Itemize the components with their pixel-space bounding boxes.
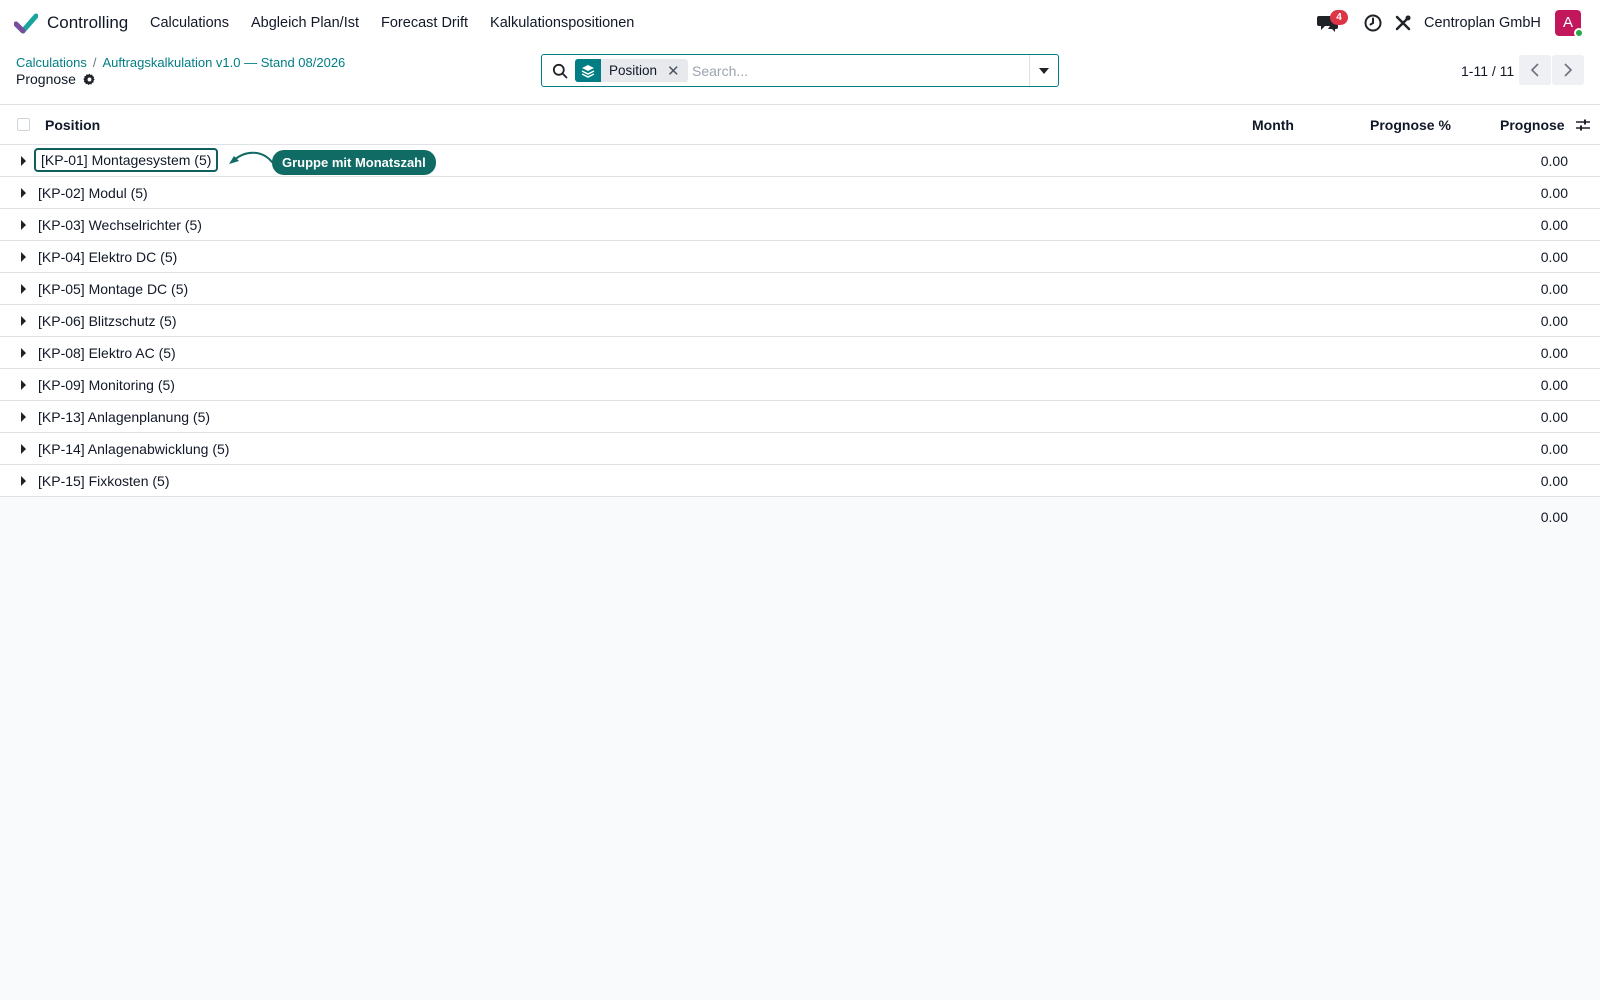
list-body: [KP-01] Montagesystem (5) 0.00 [KP-02] Mo… — [0, 145, 1600, 497]
annotation-arrow-icon — [229, 151, 273, 164]
caret-right-icon — [21, 156, 26, 166]
group-name: [KP-14] Anlagenabwicklung (5) — [38, 441, 230, 457]
group-name: [KP-15] Fixkosten (5) — [38, 473, 170, 489]
group-name: [KP-06] Blitzschutz (5) — [38, 313, 177, 329]
search-icon[interactable] — [552, 63, 568, 79]
column-header-prognose[interactable]: Prognose — [1500, 117, 1565, 133]
pager-next-button[interactable] — [1552, 55, 1584, 85]
group-row[interactable]: [KP-06] Blitzschutz (5) 0.00 — [0, 305, 1600, 337]
top-navbar: Controlling Calculations Abgleich Plan/I… — [0, 0, 1600, 46]
page-title: Prognose — [16, 71, 96, 87]
caret-right-icon — [21, 348, 26, 358]
footer-total-prognose: 0.00 — [1540, 509, 1568, 525]
gear-icon[interactable] — [83, 73, 96, 86]
annotation-callout: Gruppe mit Monatszahl — [272, 150, 436, 175]
group-prognose-value: 0.00 — [1540, 441, 1568, 457]
optional-columns-icon[interactable] — [1575, 118, 1591, 132]
search-options-toggle[interactable] — [1029, 55, 1058, 86]
group-prognose-value: 0.00 — [1540, 185, 1568, 201]
group-name: [KP-05] Montage DC (5) — [38, 281, 189, 297]
group-row[interactable]: [KP-08] Elektro AC (5) 0.00 — [0, 337, 1600, 369]
menu-item-abgleich[interactable]: Abgleich Plan/Ist — [251, 15, 359, 31]
group-name: [KP-02] Modul (5) — [38, 185, 148, 201]
column-header-prognose-percent[interactable]: Prognose % — [1370, 117, 1451, 133]
group-by-facet: Position ✕ — [575, 59, 688, 82]
group-row[interactable]: [KP-03] Wechselrichter (5) 0.00 — [0, 209, 1600, 241]
group-row[interactable]: [KP-05] Montage DC (5) 0.00 — [0, 273, 1600, 305]
chevron-right-icon — [1564, 63, 1573, 77]
tools-icon[interactable] — [1393, 13, 1413, 33]
search-input[interactable] — [692, 59, 1018, 82]
menu-item-kalkulationspositionen[interactable]: Kalkulationspositionen — [490, 15, 634, 31]
group-prognose-value: 0.00 — [1540, 153, 1568, 169]
select-all-checkbox[interactable] — [17, 118, 30, 131]
menu-item-calculations[interactable]: Calculations — [150, 15, 229, 31]
breadcrumb-separator: / — [92, 55, 97, 70]
column-header-month[interactable]: Month — [1252, 117, 1294, 133]
group-row[interactable]: [KP-14] Anlagenabwicklung (5) 0.00 — [0, 433, 1600, 465]
search-bar: Position ✕ — [541, 54, 1059, 87]
message-count-badge: 4 — [1330, 10, 1348, 25]
caret-right-icon — [21, 284, 26, 294]
group-name: [KP-04] Elektro DC (5) — [38, 249, 178, 265]
menu-item-forecast-drift[interactable]: Forecast Drift — [381, 15, 468, 31]
group-row[interactable]: [KP-02] Modul (5) 0.00 — [0, 177, 1600, 209]
remove-facet-icon[interactable]: ✕ — [663, 62, 688, 80]
page-title-text: Prognose — [16, 71, 76, 87]
group-prognose-value: 0.00 — [1540, 249, 1568, 265]
caret-right-icon — [21, 380, 26, 390]
caret-right-icon — [21, 476, 26, 486]
main-menu: Calculations Abgleich Plan/Ist Forecast … — [150, 0, 656, 46]
caret-right-icon — [21, 188, 26, 198]
group-row[interactable]: [KP-04] Elektro DC (5) 0.00 — [0, 241, 1600, 273]
group-prognose-value: 0.00 — [1540, 345, 1568, 361]
group-row[interactable]: [KP-09] Monitoring (5) 0.00 — [0, 369, 1600, 401]
online-status-dot — [1574, 28, 1584, 38]
group-prognose-value: 0.00 — [1540, 409, 1568, 425]
group-name: [KP-13] Anlagenplanung (5) — [38, 409, 211, 425]
column-header-position[interactable]: Position — [45, 117, 100, 133]
group-name: [KP-03] Wechselrichter (5) — [38, 217, 202, 233]
breadcrumb-calculations[interactable]: Calculations — [16, 55, 87, 70]
group-prognose-value: 0.00 — [1540, 473, 1568, 489]
group-name: [KP-09] Monitoring (5) — [38, 377, 175, 393]
pager-value[interactable]: 1-11 / 11 — [1461, 63, 1514, 79]
company-switcher[interactable]: Centroplan GmbH — [1424, 15, 1541, 31]
pager-previous-button[interactable] — [1519, 55, 1551, 85]
caret-right-icon — [21, 444, 26, 454]
breadcrumb-calculation-record[interactable]: Auftragskalkulation v1.0 — Stand 08/2026 — [102, 55, 345, 70]
group-prognose-value: 0.00 — [1540, 281, 1568, 297]
caret-right-icon — [21, 412, 26, 422]
caret-right-icon — [21, 252, 26, 262]
group-row[interactable]: [KP-15] Fixkosten (5) 0.00 — [0, 465, 1600, 497]
group-row[interactable]: [KP-13] Anlagenplanung (5) 0.00 — [0, 401, 1600, 433]
caret-right-icon — [21, 316, 26, 326]
group-prognose-value: 0.00 — [1540, 313, 1568, 329]
group-name: [KP-08] Elektro AC (5) — [38, 345, 176, 361]
group-prognose-value: 0.00 — [1540, 377, 1568, 393]
layers-icon — [575, 59, 601, 82]
app-logo-icon[interactable] — [14, 11, 38, 35]
clock-icon[interactable] — [1363, 13, 1383, 33]
chevron-left-icon — [1530, 63, 1539, 77]
caret-down-icon — [1039, 67, 1049, 74]
breadcrumb: Calculations / Auftragskalkulation v1.0 — … — [16, 55, 345, 70]
caret-right-icon — [21, 220, 26, 230]
facet-label: Position — [609, 63, 658, 78]
control-panel: Calculations / Auftragskalkulation v1.0 — … — [0, 46, 1600, 105]
group-name: [KP-01] Montagesystem (5) — [34, 148, 219, 172]
list-header: Position Month Prognose % Prognose — [0, 105, 1600, 145]
app-name[interactable]: Controlling — [47, 13, 128, 33]
group-prognose-value: 0.00 — [1540, 217, 1568, 233]
